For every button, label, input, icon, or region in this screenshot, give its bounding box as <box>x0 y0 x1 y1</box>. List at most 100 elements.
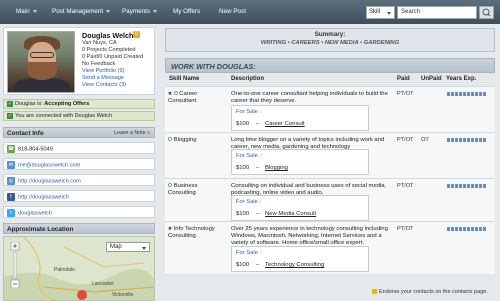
connected-text: You are connected with Douglas Welch <box>15 113 113 119</box>
leave-note-link[interactable]: Leave a Note » <box>114 130 150 136</box>
sale-price: $100 <box>236 211 250 217</box>
sale-link[interactable]: Blogging <box>265 165 288 171</box>
view-portfolio-link[interactable]: View Portfolio (9) <box>82 68 125 74</box>
connected-status: ✓ You are connected with Douglas Welch <box>3 111 155 121</box>
location-title: Approximate Location <box>7 226 74 233</box>
map-label-palmdale: Palmdale <box>54 267 75 273</box>
years-experience-bar <box>447 227 487 231</box>
chevron-down-icon <box>142 247 146 250</box>
contact-website[interactable]: ◎ http://douglasswelch.com <box>3 174 155 186</box>
column-years-exp: Years Exp. <box>446 76 477 82</box>
skill-row: Career Consultant One-to-one career cons… <box>165 86 495 132</box>
skill-paid: PT/OT <box>397 183 414 189</box>
web-icon: ◎ <box>7 177 15 185</box>
summary-text: WRITING • CAREERS • NEW MEDIA • GARDENIN… <box>260 40 400 46</box>
nav-my-offers[interactable]: My Offers <box>173 8 200 15</box>
sale-dash: – <box>256 211 260 217</box>
view-contacts-link[interactable]: View Contacts (3) <box>82 82 126 88</box>
endorse-note: Endorse your contacts on the contacts pa… <box>372 289 488 295</box>
status-value: Accepting Offers <box>44 101 90 107</box>
location-map[interactable]: Map Palmdale Lancaster Victorville <box>3 236 155 301</box>
send-message-link[interactable]: Send a Message <box>82 75 124 81</box>
contact-email-text: me@douglasswelch.com <box>18 162 81 169</box>
sale-link[interactable]: Technology Consulting <box>265 262 324 268</box>
contact-twitter[interactable]: t douglaswelch <box>3 206 155 218</box>
years-experience-bar <box>447 184 487 188</box>
map-type-value: Map <box>110 244 122 250</box>
skill-row: Info Technology Consulting Over 25 years… <box>165 221 495 274</box>
nav-new-post[interactable]: New Post <box>219 8 246 15</box>
for-sale-box: For Sale : $100 – Blogging <box>231 149 369 175</box>
skill-description: One-to-one career consultant helping ind… <box>231 91 388 104</box>
nav-payments[interactable]: Payments <box>122 8 157 15</box>
star-icon <box>168 226 172 230</box>
skill-name-label: Business Consulting <box>168 183 198 196</box>
skill-paid: PT/OT <box>397 226 414 232</box>
skill-row: Blogging Long time blogger on a variety … <box>165 132 495 178</box>
search-icon <box>482 8 491 17</box>
contact-phone[interactable]: ☎ 818-804-5049 <box>3 142 155 154</box>
skill-name[interactable]: Info Technology Consulting <box>168 226 226 240</box>
profile-projects: 0 Projects Completed <box>82 47 136 53</box>
map-label-lancaster: Lancaster <box>92 281 114 287</box>
contact-twitter-text: douglaswelch <box>18 210 52 217</box>
profile-location: Van Nuys, CA <box>82 40 117 46</box>
contact-info-header: Contact Info Leave a Note » <box>3 127 155 138</box>
skill-paid: PT/OT <box>397 137 414 143</box>
skill-paid: PT/OT <box>397 91 414 97</box>
facebook-icon: f <box>7 193 15 201</box>
email-icon: ✉ <box>7 161 15 169</box>
chevron-down-icon <box>32 9 37 13</box>
chevron-down-icon <box>153 9 157 13</box>
search-type-select[interactable]: Skill <box>366 6 395 19</box>
skill-row: Business Consulting Consulting on indivi… <box>165 178 495 221</box>
search-button[interactable] <box>479 6 494 19</box>
skill-name[interactable]: Business Consulting <box>168 183 226 197</box>
skill-name[interactable]: Career Consultant <box>168 91 226 105</box>
skill-circle-icon <box>168 183 172 187</box>
for-sale-box: For Sale : $100 – Career Consult <box>231 105 369 131</box>
sale-dash: – <box>256 262 260 268</box>
map-marker-icon <box>77 290 87 300</box>
sale-price: $100 <box>236 165 250 171</box>
column-paid: Paid <box>397 76 410 82</box>
status-prefix: Douglas is: <box>15 101 45 107</box>
star-icon <box>168 91 172 95</box>
contact-phone-text: 818-804-5049 <box>18 146 53 153</box>
map-label-victorville: Victorville <box>112 292 134 298</box>
sale-link[interactable]: New Media Consult <box>265 211 316 217</box>
sale-price: $100 <box>236 121 250 127</box>
skill-name-label: Info Technology Consulting <box>168 226 215 239</box>
for-sale-label: For Sale : <box>236 250 262 256</box>
phone-icon: ☎ <box>7 145 15 153</box>
sale-price: $100 <box>236 262 250 268</box>
profile-name: Douglas Welch <box>82 31 134 40</box>
years-experience-bar <box>447 138 487 142</box>
nav-post-management[interactable]: Post Management <box>52 8 111 15</box>
map-type-select[interactable]: Map <box>106 242 150 252</box>
contact-facebook[interactable]: f http://douglasswelch <box>3 190 155 202</box>
column-description: Description <box>231 76 265 82</box>
contact-facebook-text: http://douglasswelch <box>18 194 69 201</box>
contact-info-title: Contact Info <box>7 130 44 137</box>
contact-email[interactable]: ✉ me@douglasswelch.com <box>3 158 155 170</box>
location-header: Approximate Location <box>3 223 155 234</box>
avatar <box>7 31 75 93</box>
summary-title: Summary: <box>314 31 346 38</box>
search-input[interactable]: Search <box>397 6 477 19</box>
star-badge-icon <box>372 289 377 295</box>
for-sale-box: For Sale : $100 – Technology Consulting <box>231 246 369 272</box>
nav-main[interactable]: Main <box>16 8 37 15</box>
skill-unpaid: OT <box>421 137 429 143</box>
work-with-header: WORK WITH DOUGLAS: <box>165 58 495 73</box>
nav-payments-label: Payments <box>122 8 150 15</box>
endorse-text: Endorse your contacts on the contacts pa… <box>379 289 488 295</box>
sale-link[interactable]: Career Consult <box>265 121 305 127</box>
map-zoom-control[interactable] <box>10 242 20 288</box>
skill-description: Over 25 years experience in technology c… <box>231 226 388 246</box>
accepting-offers-status: ✓ Douglas is: Accepting Offers <box>3 99 155 109</box>
nav-post-management-label: Post Management <box>52 8 104 15</box>
profile-card: Douglas Welch 0 Van Nuys, CA 0 Projects … <box>3 27 155 95</box>
skill-name[interactable]: Blogging <box>168 137 226 144</box>
contact-website-text: http://douglasswelch.com <box>18 178 81 185</box>
